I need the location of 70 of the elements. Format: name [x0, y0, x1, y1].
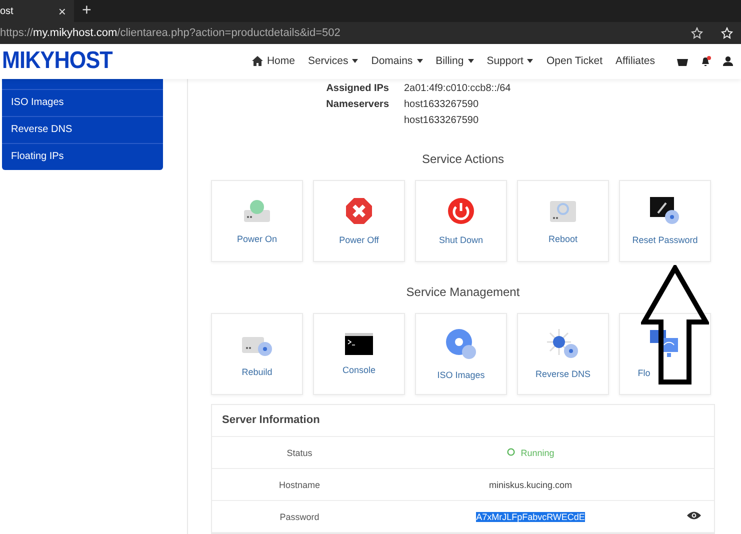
browser-tab[interactable]: ost ×	[0, 0, 74, 22]
action-card[interactable]: Reboot	[517, 180, 609, 262]
sidebar-item[interactable]: ISO Images	[2, 89, 163, 116]
nav-link[interactable]: Open Ticket	[546, 55, 602, 68]
action-card[interactable]: Console	[313, 313, 405, 395]
nav-link[interactable]: Domains	[371, 55, 423, 68]
panel-title: Server Information	[212, 405, 714, 437]
monitors-wifi-icon	[650, 330, 680, 358]
detail-value: host1633267590	[404, 114, 480, 128]
user-icon[interactable]	[723, 56, 733, 66]
action-card[interactable]: Rebuild	[211, 313, 303, 395]
row-label: Status	[286, 448, 314, 458]
action-card[interactable]: Flo	[619, 313, 711, 395]
terminal-wrench-icon	[650, 197, 680, 225]
detail-value: 2a01:4f9:c010:ccb8::/64	[404, 82, 512, 96]
caret-icon	[352, 59, 358, 64]
action-label: Reverse DNS	[535, 369, 590, 379]
action-card[interactable]: Power Off	[313, 180, 405, 262]
action-card[interactable]: Reverse DNS	[517, 313, 609, 395]
action-card[interactable]: Shut Down	[415, 180, 507, 262]
row-label: Password	[278, 512, 320, 522]
bell-icon[interactable]	[700, 56, 711, 67]
nav-link[interactable]: Support	[486, 55, 534, 68]
nav-link[interactable]: Services	[308, 55, 358, 68]
action-label: Reset Password	[632, 235, 698, 245]
terminal-icon	[345, 333, 373, 355]
detail-label: Assigned IPs	[325, 82, 389, 96]
nav-link[interactable]: Affiliates	[616, 55, 655, 68]
row-value: miniskus.kucing.com	[488, 480, 572, 490]
stop-sign-icon	[345, 197, 373, 225]
eye-icon[interactable]	[687, 511, 701, 520]
action-label: ISO Images	[437, 370, 485, 380]
disc-icon	[445, 328, 477, 360]
action-label: Shut Down	[438, 235, 484, 245]
nav-link[interactable]: Billing	[436, 55, 474, 68]
action-card[interactable]: ISO Images	[415, 313, 507, 395]
row-value: Running	[520, 448, 554, 458]
status-circle-icon	[506, 448, 515, 456]
action-label: Console	[342, 365, 376, 375]
action-label: Power On	[236, 234, 278, 244]
nav-link[interactable]: Home	[252, 55, 295, 68]
drive-refresh-icon	[548, 198, 578, 224]
tab-title: ost	[0, 6, 14, 16]
action-label: Rebuild	[242, 367, 272, 377]
detail-value: host1633267590	[404, 98, 480, 112]
row-label: Hostname	[278, 480, 322, 490]
section-title: Service Actions	[420, 152, 506, 166]
detail-label: Nameservers	[325, 98, 389, 112]
action-label: Flo	[638, 368, 650, 378]
power-icon	[447, 197, 475, 225]
globe-gear-icon	[547, 329, 579, 359]
action-card[interactable]: Power On	[211, 180, 303, 262]
caret-icon	[416, 59, 423, 64]
favorites-icon[interactable]	[721, 26, 733, 39]
close-tab-button[interactable]: ×	[58, 4, 66, 18]
drive-power-icon	[242, 198, 272, 224]
row-value: A7xMrJLFpFabvcRWECdE	[476, 512, 585, 522]
section-title: Service Management	[405, 285, 521, 299]
basket-icon[interactable]	[677, 56, 688, 66]
action-card[interactable]: Reset Password	[619, 180, 711, 262]
caret-icon	[527, 59, 534, 64]
home-icon	[252, 56, 263, 66]
action-label: Power Off	[339, 235, 379, 245]
action-label: Reboot	[548, 234, 578, 244]
sidebar-item[interactable]: Reverse DNS	[2, 116, 163, 143]
new-tab-button[interactable]: +	[82, 2, 92, 20]
star-add-icon[interactable]	[691, 26, 703, 39]
sidebar-item[interactable]: Floating IPs	[2, 143, 163, 170]
logo[interactable]: MIKYHOST	[2, 47, 112, 76]
caret-icon	[468, 59, 474, 64]
